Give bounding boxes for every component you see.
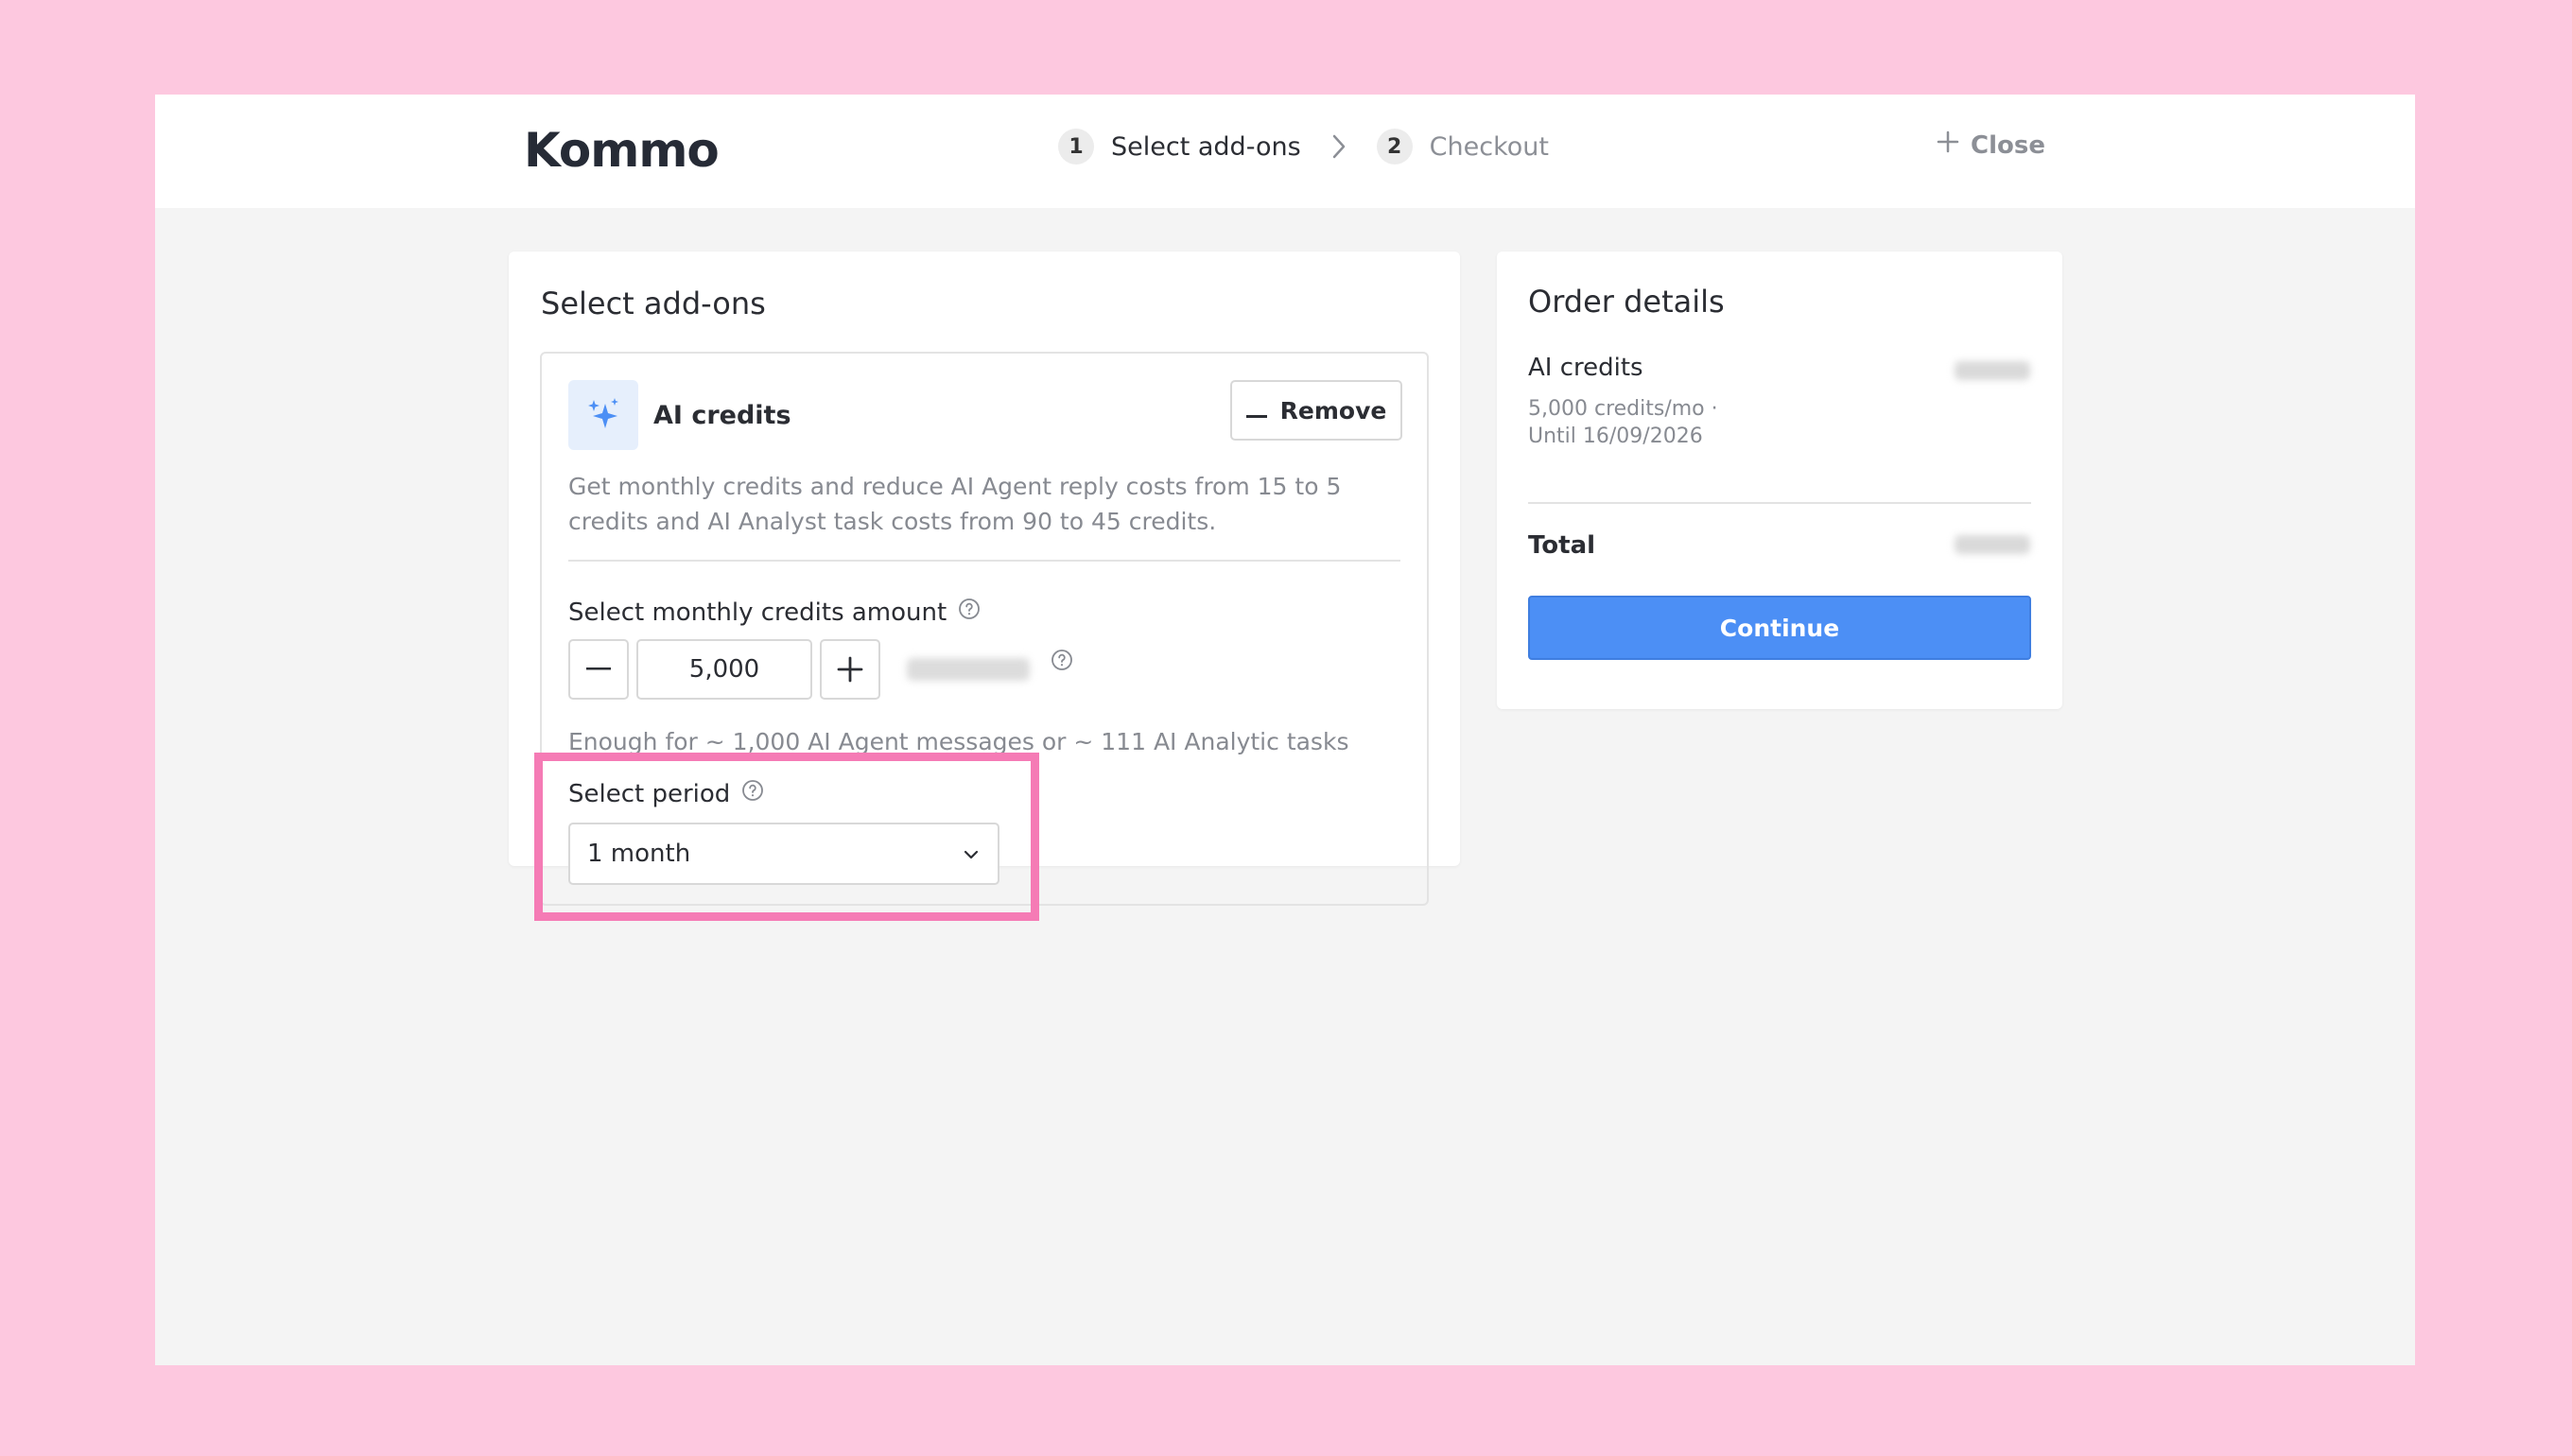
help-icon[interactable] [1051,649,1073,675]
period-select[interactable]: 1 month [568,823,999,885]
divider [568,560,1400,562]
increment-button[interactable] [820,639,880,700]
period-select-value: 1 month [587,840,691,868]
remove-label: Remove [1279,396,1387,425]
select-addons-card: Select add-ons AI credits Remove Get mon… [509,251,1460,906]
step-label: Select add-ons [1111,131,1301,162]
chevron-down-icon [962,840,981,868]
card-title: Select add-ons [541,286,766,321]
checkout-stepper: 1 Select add-ons 2 Checkout [1058,129,1549,165]
chevron-right-icon [1329,132,1348,161]
kommo-logo: Kommo [524,123,720,178]
order-item-detail: 5,000 credits/mo · Until 16/09/2026 [1528,395,1774,450]
sparkles-icon [568,380,638,450]
continue-button[interactable]: Continue [1528,596,2031,660]
blurred-total-price [1955,535,2030,554]
top-bar: Kommo 1 Select add-ons 2 Checkout Close [155,95,2415,208]
help-icon[interactable] [741,779,764,808]
decrement-button[interactable] [568,639,629,700]
step-select-addons[interactable]: 1 Select add-ons [1058,129,1301,165]
usage-estimate: Enough for ~ 1,000 AI Agent messages or … [568,728,1349,755]
minus-icon [1245,397,1267,425]
card-title: Order details [1528,284,1725,320]
credits-stepper [568,639,1073,700]
order-item-credits: 5,000 credits/mo · [1528,397,1718,421]
credits-amount-input[interactable] [636,639,812,700]
step-number: 2 [1376,129,1413,165]
remove-button[interactable]: Remove [1230,380,1402,441]
step-checkout[interactable]: 2 Checkout [1376,129,1549,165]
step-number: 1 [1058,129,1094,165]
step-label: Checkout [1429,131,1549,162]
order-details-card: Order details AI credits 5,000 credits/m… [1497,251,2062,709]
checkout-window: Kommo 1 Select add-ons 2 Checkout Close … [155,95,2415,1365]
close-label: Close [1971,130,2045,160]
blurred-price [907,658,1030,681]
order-item-until: Until 16/09/2026 [1528,425,1703,448]
period-label-text: Select period [568,779,731,808]
order-item-name: AI credits [1528,354,1643,382]
total-label: Total [1528,531,1596,560]
addon-name: AI credits [653,401,791,430]
divider [1528,502,2031,504]
addon-description: Get monthly credits and reduce AI Agent … [568,473,1342,535]
plus-icon [1937,130,1959,160]
credits-label-text: Select monthly credits amount [568,598,947,627]
credits-amount-label: Select monthly credits amount [568,598,981,627]
period-label: Select period [568,779,764,808]
blurred-item-price [1955,361,2030,380]
addon-item-ai-credits: AI credits Remove Get monthly credits an… [540,352,1429,906]
help-icon[interactable] [958,598,981,627]
close-button[interactable]: Close [1937,130,2045,160]
